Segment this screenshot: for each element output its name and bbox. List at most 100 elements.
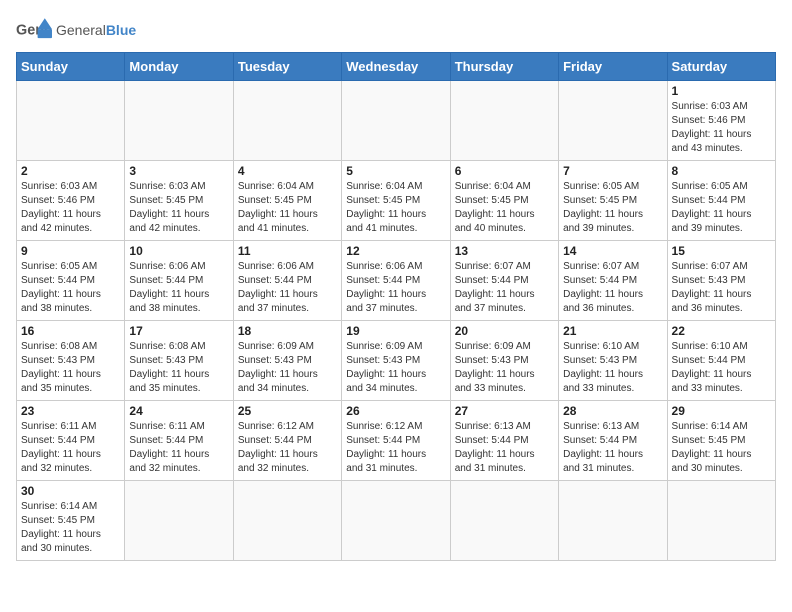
calendar-cell: 18 Sunrise: 6:09 AM Sunset: 5:43 PM Dayli… xyxy=(233,321,341,401)
day-number: 7 xyxy=(563,164,662,178)
day-info: Sunrise: 6:03 AM Sunset: 5:46 PM Dayligh… xyxy=(21,180,120,236)
calendar-cell xyxy=(17,81,125,161)
day-info: Sunrise: 6:10 AM Sunset: 5:43 PM Dayligh… xyxy=(563,340,662,396)
day-info: Sunrise: 6:12 AM Sunset: 5:44 PM Dayligh… xyxy=(238,420,337,476)
calendar-cell: 19 Sunrise: 6:09 AM Sunset: 5:43 PM Dayli… xyxy=(342,321,450,401)
calendar-cell xyxy=(342,481,450,561)
calendar-cell: 1 Sunrise: 6:03 AM Sunset: 5:46 PM Daylig… xyxy=(667,81,775,161)
day-number: 12 xyxy=(346,244,445,258)
calendar-cell: 2 Sunrise: 6:03 AM Sunset: 5:46 PM Daylig… xyxy=(17,161,125,241)
calendar-cell: 25 Sunrise: 6:12 AM Sunset: 5:44 PM Dayli… xyxy=(233,401,341,481)
day-info: Sunrise: 6:06 AM Sunset: 5:44 PM Dayligh… xyxy=(238,260,337,316)
calendar-cell xyxy=(667,481,775,561)
day-number: 3 xyxy=(129,164,228,178)
calendar-cell: 29 Sunrise: 6:14 AM Sunset: 5:45 PM Dayli… xyxy=(667,401,775,481)
calendar-cell: 26Sunrise: 6:12 AM Sunset: 5:44 PM Dayli… xyxy=(342,401,450,481)
day-info: Sunrise: 6:09 AM Sunset: 5:43 PM Dayligh… xyxy=(346,340,445,396)
day-number: 17 xyxy=(129,324,228,338)
day-number: 25 xyxy=(238,404,337,418)
calendar-week-row: 23 Sunrise: 6:11 AM Sunset: 5:44 PM Dayli… xyxy=(17,401,776,481)
day-number: 4 xyxy=(238,164,337,178)
calendar-header: SundayMondayTuesdayWednesdayThursdayFrid… xyxy=(17,53,776,81)
day-info: Sunrise: 6:03 AM Sunset: 5:45 PM Dayligh… xyxy=(129,180,228,236)
day-number: 16 xyxy=(21,324,120,338)
calendar-table: SundayMondayTuesdayWednesdayThursdayFrid… xyxy=(16,52,776,561)
day-info: Sunrise: 6:07 AM Sunset: 5:43 PM Dayligh… xyxy=(672,260,771,316)
day-info: Sunrise: 6:06 AM Sunset: 5:44 PM Dayligh… xyxy=(129,260,228,316)
calendar-cell: 21Sunrise: 6:10 AM Sunset: 5:43 PM Dayli… xyxy=(559,321,667,401)
calendar-cell: 15Sunrise: 6:07 AM Sunset: 5:43 PM Dayli… xyxy=(667,241,775,321)
day-info: Sunrise: 6:07 AM Sunset: 5:44 PM Dayligh… xyxy=(455,260,554,316)
calendar-cell xyxy=(450,81,558,161)
logo: General GeneralBlue xyxy=(16,16,136,44)
day-number: 24 xyxy=(129,404,228,418)
day-info: Sunrise: 6:10 AM Sunset: 5:44 PM Dayligh… xyxy=(672,340,771,396)
day-info: Sunrise: 6:11 AM Sunset: 5:44 PM Dayligh… xyxy=(129,420,228,476)
day-number: 11 xyxy=(238,244,337,258)
day-info: Sunrise: 6:07 AM Sunset: 5:44 PM Dayligh… xyxy=(563,260,662,316)
weekday-header: Sunday xyxy=(17,53,125,81)
calendar-cell: 3 Sunrise: 6:03 AM Sunset: 5:45 PM Daylig… xyxy=(125,161,233,241)
day-info: Sunrise: 6:14 AM Sunset: 5:45 PM Dayligh… xyxy=(672,420,771,476)
calendar-cell: 9 Sunrise: 6:05 AM Sunset: 5:44 PM Daylig… xyxy=(17,241,125,321)
calendar-week-row: 1 Sunrise: 6:03 AM Sunset: 5:46 PM Daylig… xyxy=(17,81,776,161)
day-info: Sunrise: 6:04 AM Sunset: 5:45 PM Dayligh… xyxy=(455,180,554,236)
calendar-cell: 16 Sunrise: 6:08 AM Sunset: 5:43 PM Dayli… xyxy=(17,321,125,401)
day-number: 27 xyxy=(455,404,554,418)
calendar-cell: 8Sunrise: 6:05 AM Sunset: 5:44 PM Daylig… xyxy=(667,161,775,241)
calendar-cell: 30 Sunrise: 6:14 AM Sunset: 5:45 PM Dayli… xyxy=(17,481,125,561)
calendar-week-row: 2 Sunrise: 6:03 AM Sunset: 5:46 PM Daylig… xyxy=(17,161,776,241)
day-info: Sunrise: 6:05 AM Sunset: 5:44 PM Dayligh… xyxy=(21,260,120,316)
calendar-cell xyxy=(233,81,341,161)
calendar-cell: 24 Sunrise: 6:11 AM Sunset: 5:44 PM Dayli… xyxy=(125,401,233,481)
day-number: 26 xyxy=(346,404,445,418)
day-info: Sunrise: 6:09 AM Sunset: 5:43 PM Dayligh… xyxy=(455,340,554,396)
day-number: 23 xyxy=(21,404,120,418)
calendar-cell xyxy=(233,481,341,561)
logo-icon: General xyxy=(16,16,52,44)
calendar-cell: 4Sunrise: 6:04 AM Sunset: 5:45 PM Daylig… xyxy=(233,161,341,241)
weekday-header: Wednesday xyxy=(342,53,450,81)
day-number: 10 xyxy=(129,244,228,258)
calendar-cell xyxy=(450,481,558,561)
weekday-header: Saturday xyxy=(667,53,775,81)
day-info: Sunrise: 6:03 AM Sunset: 5:46 PM Dayligh… xyxy=(672,100,771,156)
calendar-cell: 5Sunrise: 6:04 AM Sunset: 5:45 PM Daylig… xyxy=(342,161,450,241)
calendar-cell: 13 Sunrise: 6:07 AM Sunset: 5:44 PM Dayli… xyxy=(450,241,558,321)
calendar-cell: 10 Sunrise: 6:06 AM Sunset: 5:44 PM Dayli… xyxy=(125,241,233,321)
weekday-header: Thursday xyxy=(450,53,558,81)
day-info: Sunrise: 6:05 AM Sunset: 5:45 PM Dayligh… xyxy=(563,180,662,236)
day-info: Sunrise: 6:14 AM Sunset: 5:45 PM Dayligh… xyxy=(21,500,120,556)
calendar-cell: 17 Sunrise: 6:08 AM Sunset: 5:43 PM Dayli… xyxy=(125,321,233,401)
day-info: Sunrise: 6:09 AM Sunset: 5:43 PM Dayligh… xyxy=(238,340,337,396)
day-number: 19 xyxy=(346,324,445,338)
calendar-week-row: 16 Sunrise: 6:08 AM Sunset: 5:43 PM Dayli… xyxy=(17,321,776,401)
day-info: Sunrise: 6:06 AM Sunset: 5:44 PM Dayligh… xyxy=(346,260,445,316)
day-number: 22 xyxy=(672,324,771,338)
calendar-cell xyxy=(559,481,667,561)
day-number: 8 xyxy=(672,164,771,178)
calendar-week-row: 30 Sunrise: 6:14 AM Sunset: 5:45 PM Dayli… xyxy=(17,481,776,561)
day-number: 9 xyxy=(21,244,120,258)
day-number: 2 xyxy=(21,164,120,178)
day-number: 6 xyxy=(455,164,554,178)
day-number: 30 xyxy=(21,484,120,498)
day-number: 13 xyxy=(455,244,554,258)
day-number: 1 xyxy=(672,84,771,98)
weekday-header: Tuesday xyxy=(233,53,341,81)
calendar-cell: 27Sunrise: 6:13 AM Sunset: 5:44 PM Dayli… xyxy=(450,401,558,481)
day-info: Sunrise: 6:08 AM Sunset: 5:43 PM Dayligh… xyxy=(21,340,120,396)
day-number: 14 xyxy=(563,244,662,258)
day-number: 20 xyxy=(455,324,554,338)
day-number: 18 xyxy=(238,324,337,338)
calendar-cell: 12 Sunrise: 6:06 AM Sunset: 5:44 PM Dayli… xyxy=(342,241,450,321)
day-number: 29 xyxy=(672,404,771,418)
calendar-cell xyxy=(559,81,667,161)
calendar-cell: 7 Sunrise: 6:05 AM Sunset: 5:45 PM Daylig… xyxy=(559,161,667,241)
day-info: Sunrise: 6:08 AM Sunset: 5:43 PM Dayligh… xyxy=(129,340,228,396)
weekday-header: Friday xyxy=(559,53,667,81)
calendar-cell xyxy=(125,481,233,561)
calendar-cell: 20 Sunrise: 6:09 AM Sunset: 5:43 PM Dayli… xyxy=(450,321,558,401)
calendar-cell xyxy=(342,81,450,161)
calendar-week-row: 9 Sunrise: 6:05 AM Sunset: 5:44 PM Daylig… xyxy=(17,241,776,321)
